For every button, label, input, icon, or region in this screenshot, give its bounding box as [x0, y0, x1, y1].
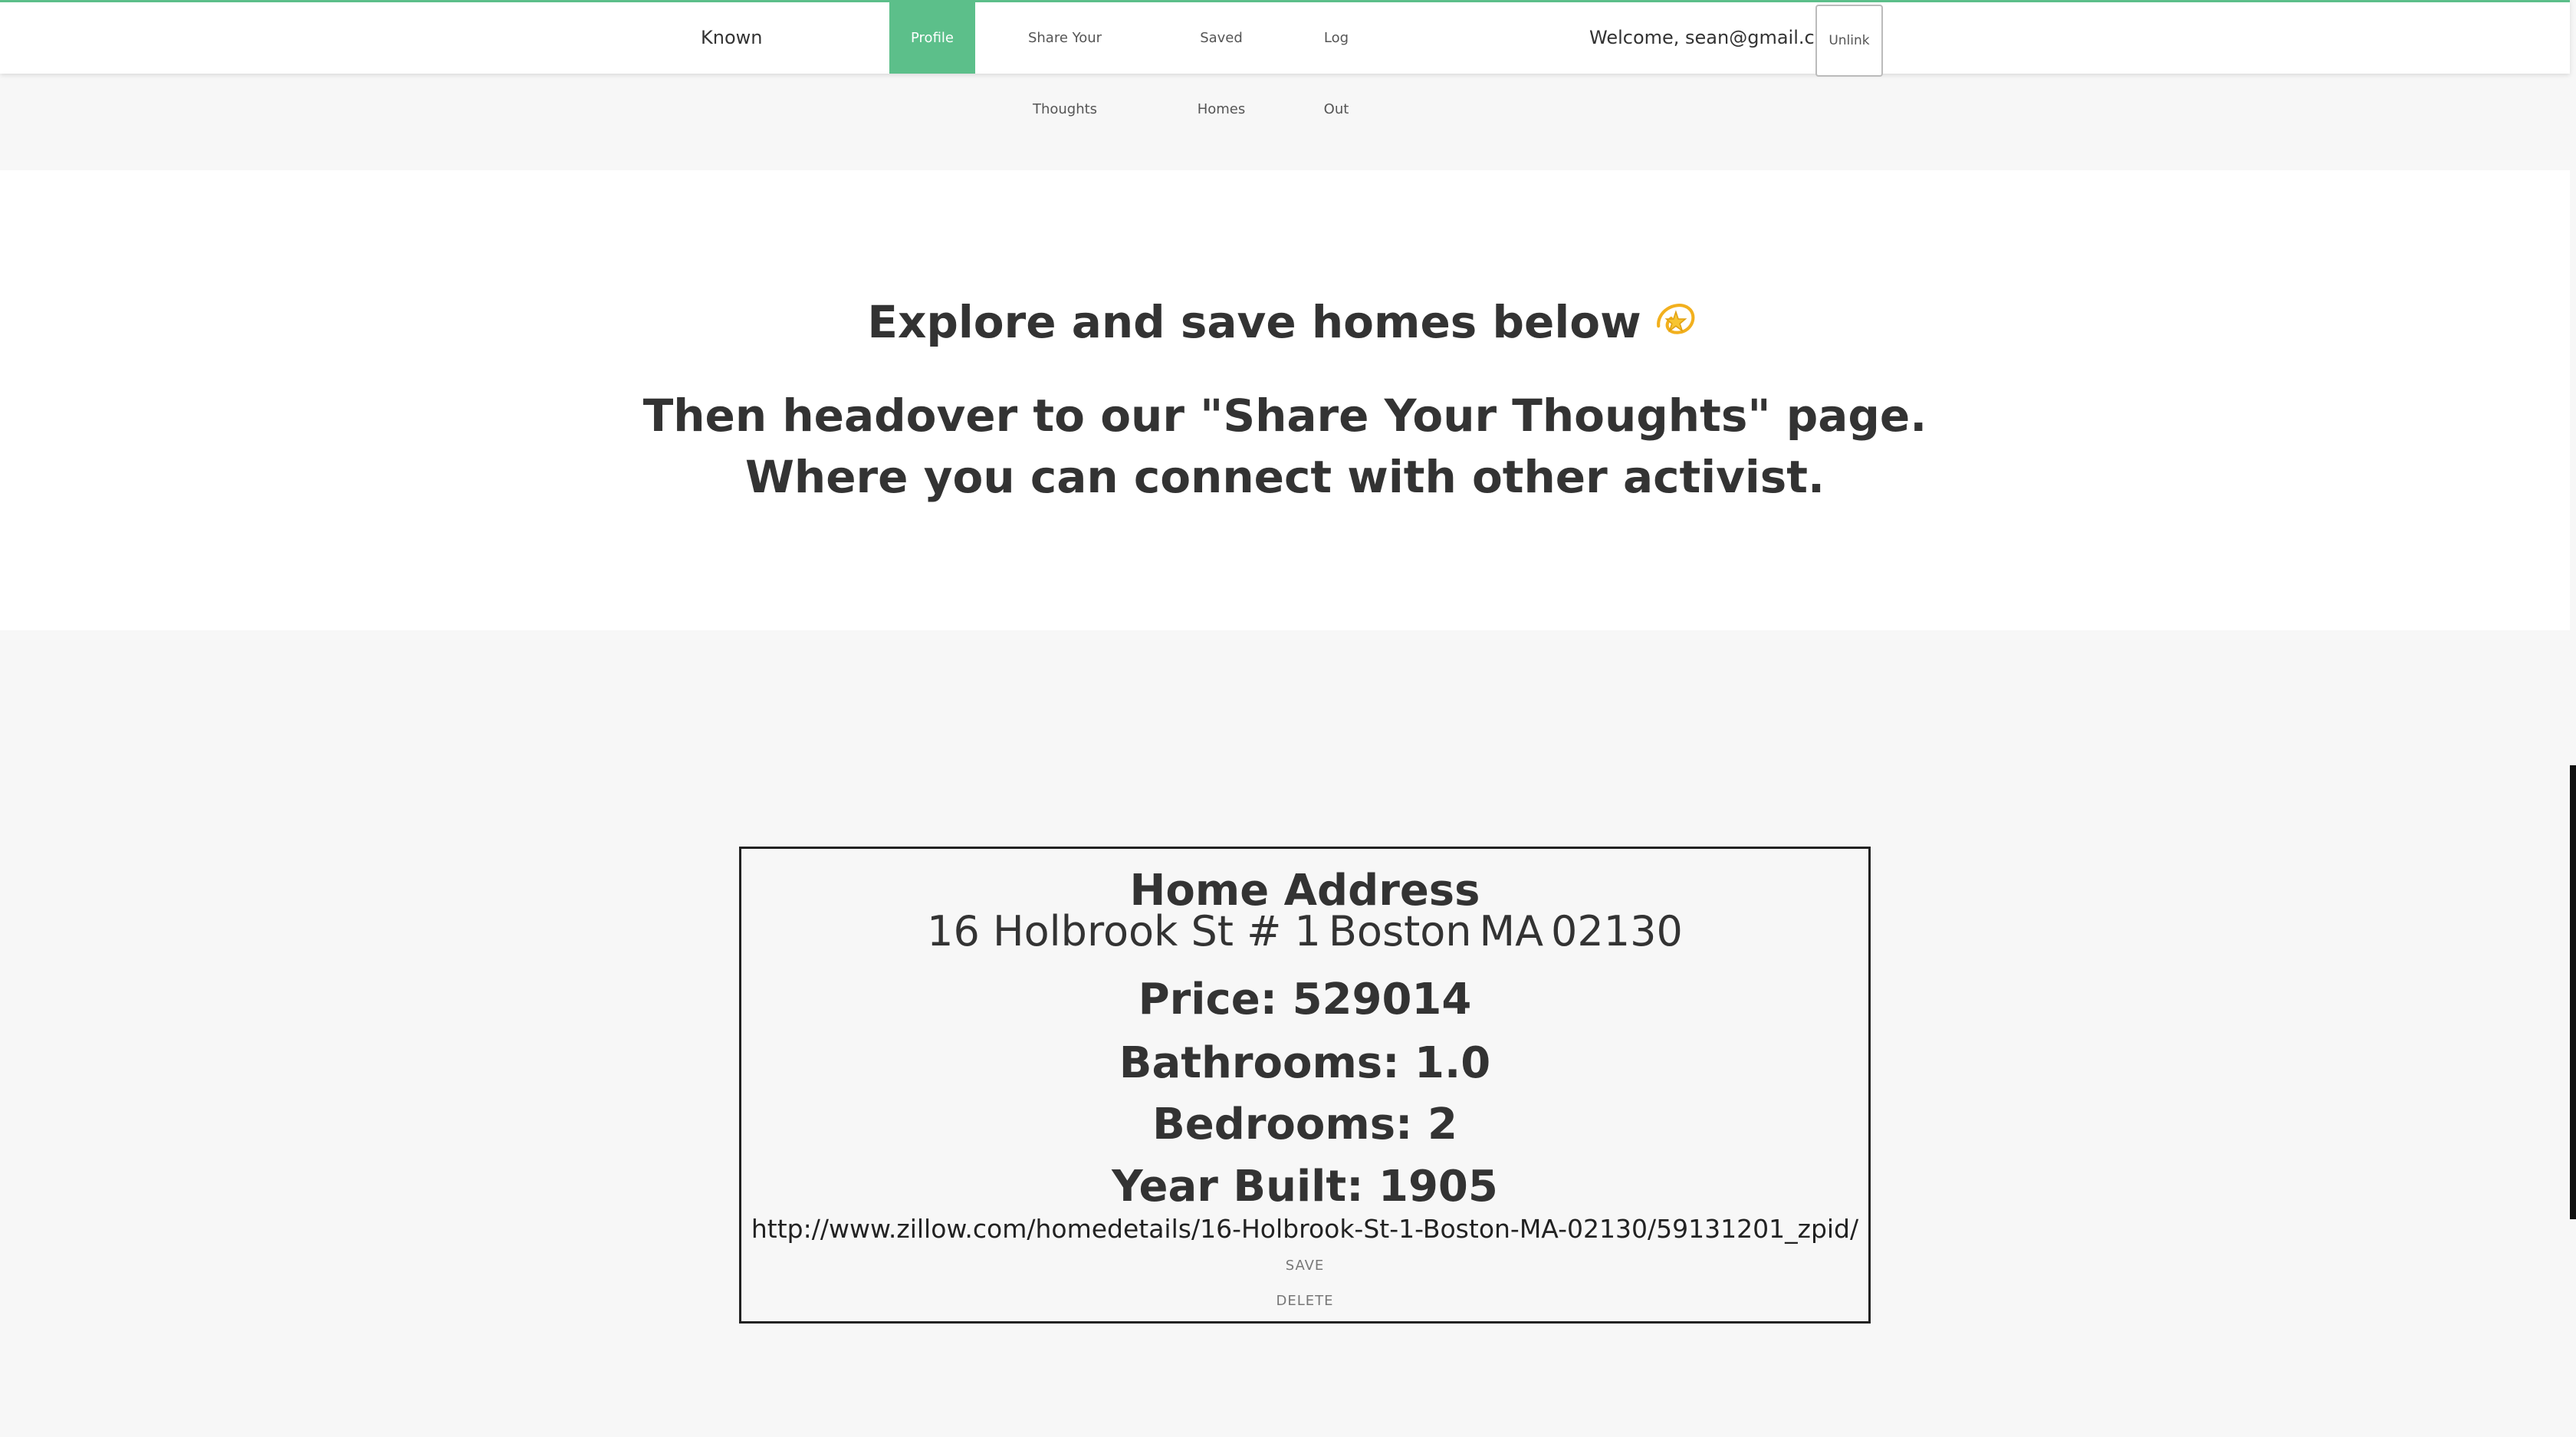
top-navbar: Known Profile Share Your Thoughts Saved … — [0, 0, 2570, 117]
address-street: 16 Holbrook St # 1 — [927, 907, 1321, 955]
home-bedrooms: Bedrooms: 2 — [1152, 1100, 1457, 1149]
unlink-button[interactable]: Unlink — [1815, 5, 1883, 77]
brand-logo[interactable]: Known — [701, 27, 762, 48]
hero-subtitle-line-2: Where you can connect with other activis… — [744, 451, 1825, 503]
delete-button[interactable]: DELETE — [1228, 1293, 1382, 1309]
home-price: Price: 529014 — [1138, 975, 1472, 1024]
address-city: Boston — [1328, 907, 1472, 955]
nav-profile[interactable]: Profile — [889, 2, 975, 74]
home-bathrooms: Bathrooms: 1.0 — [1119, 1038, 1491, 1088]
hero-title-text: Explore and save homes below — [867, 296, 1641, 348]
nav-saved-homes[interactable]: Saved Homes — [1176, 2, 1267, 117]
save-button[interactable]: SAVE — [1228, 1258, 1382, 1274]
home-listing-url[interactable]: http://www.zillow.com/homedetails/16-Hol… — [741, 1214, 1868, 1244]
welcome-message: Welcome, sean@gmail.com — [1589, 27, 1844, 48]
address-zip: 02130 — [1551, 907, 1683, 955]
nav-log-out[interactable]: Log Out — [1309, 2, 1363, 117]
home-year-built: Year Built: 1905 — [1112, 1162, 1498, 1212]
nav-share-your-thoughts[interactable]: Share Your Thoughts — [997, 2, 1133, 117]
page-scrollbar[interactable] — [2570, 0, 2576, 1437]
hero-subtitle-line-1: Then headover to our "Share Your Thought… — [642, 390, 1927, 442]
home-card: Home Address 16 Holbrook St # 1 Boston MA 0… — [739, 847, 1871, 1324]
hero-title: Explore and save homes below — [0, 294, 2570, 348]
hero-section: Explore and save homes below Then headov… — [0, 170, 2570, 630]
address-state: MA — [1479, 907, 1544, 955]
dizzy-star-icon — [1656, 304, 1695, 334]
home-address: 16 Holbrook St # 1 Boston MA 02130 — [741, 907, 1868, 955]
hero-subtitle: Then headover to our "Share Your Thought… — [0, 385, 2570, 508]
scrollbar-thumb[interactable] — [2570, 765, 2576, 1219]
